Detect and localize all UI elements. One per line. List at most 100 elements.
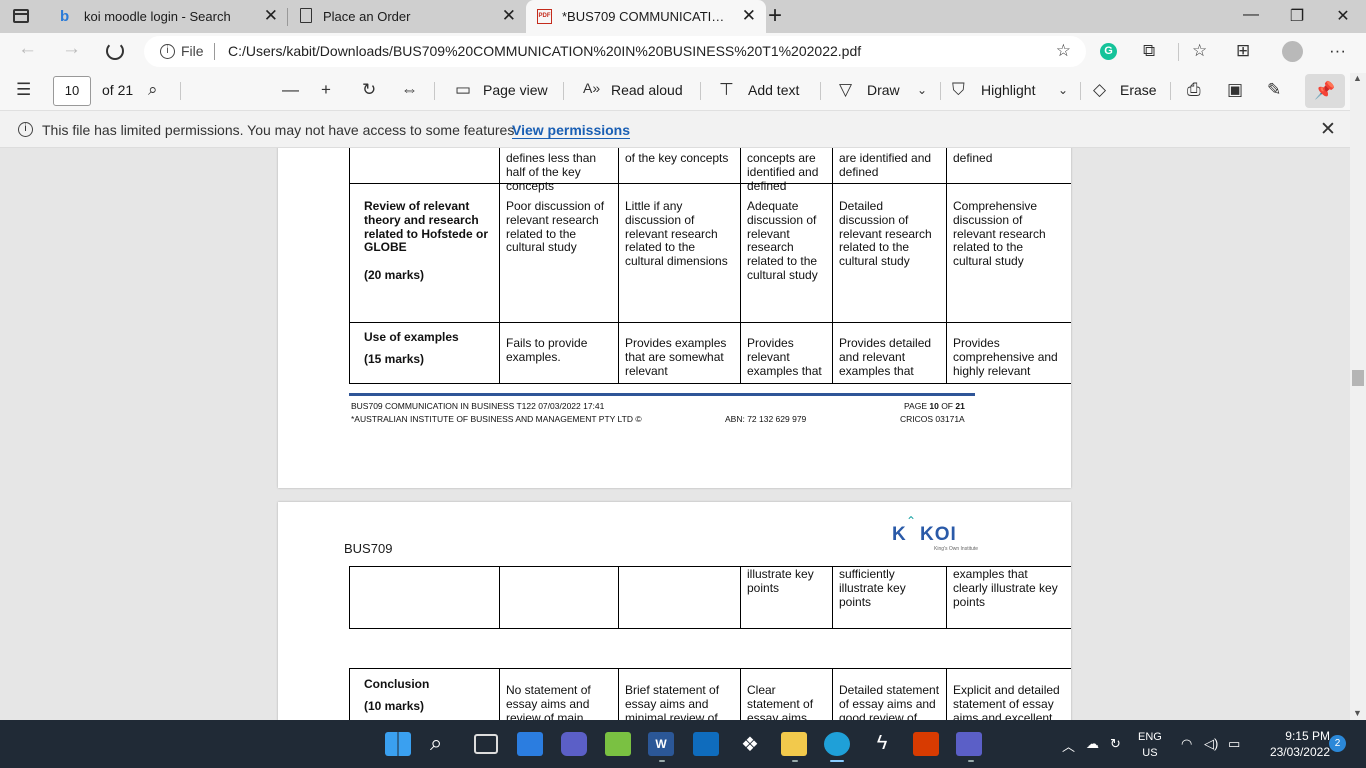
draw-button[interactable]: Draw [867,82,900,98]
volume-icon[interactable]: ◁) [1204,736,1218,752]
save-icon[interactable]: ▣ [1227,80,1243,100]
table-cell [499,567,618,628]
close-window-icon[interactable]: ✕ [1328,6,1358,26]
table-cell: Poor discussion of relevant research rel… [499,184,618,322]
url-text[interactable]: C:/Users/kabit/Downloads/BUS709%20COMMUN… [228,43,861,59]
more-icon[interactable]: ··· [1329,41,1346,61]
print-icon[interactable]: ⎙ [1187,80,1201,100]
erase-icon[interactable]: ◇ [1093,80,1106,100]
scroll-up-icon[interactable]: ▲ [1353,73,1362,83]
logo-k: K [892,524,906,545]
contents-icon[interactable]: ☰ [16,80,31,100]
table-row: Use of examples (15 marks) Fails to prov… [349,323,1071,384]
view-permissions-link[interactable]: View permissions [512,122,631,139]
mail-icon[interactable] [693,732,719,756]
table-cell: are identified and defined [832,148,946,183]
battery-icon[interactable]: ▭ [1228,736,1240,752]
add-text-button[interactable]: Add text [748,82,799,98]
clock[interactable]: 9:15 PM 23/03/2022 [1250,728,1330,760]
office-icon[interactable] [913,732,939,756]
footer-abn: ABN: 72 132 629 979 [725,414,807,424]
new-tab-icon[interactable]: + [768,3,782,29]
address-bar[interactable]: i File C:/Users/kabit/Downloads/BUS709%2… [144,36,1086,67]
erase-button[interactable]: Erase [1120,82,1157,98]
minimize-icon[interactable]: — [1236,6,1266,24]
tab-place-order[interactable]: Place an Order ✕ [288,0,526,33]
region-code: US [1142,747,1158,759]
app-icon[interactable]: ϟ [869,732,895,756]
close-infobar-icon[interactable]: ✕ [1320,118,1336,141]
tab-search[interactable]: b koi moodle login - Search ✕ [48,0,288,33]
footer-course: BUS709 COMMUNICATION IN BUSINESS T122 07… [351,401,605,411]
add-favorite-icon[interactable]: ☆ [1056,41,1071,61]
search-icon[interactable]: ⌕ [430,730,442,756]
chevron-up-icon[interactable]: ︿ [1062,736,1075,755]
save-as-icon[interactable]: ✎ [1267,80,1281,100]
close-tab-icon[interactable]: ✕ [502,7,516,25]
pin-toolbar-icon[interactable]: 📌 [1305,74,1345,108]
forward-icon[interactable]: → [62,38,81,60]
teams-chat-icon[interactable] [561,732,587,756]
table-cell: Comprehensive discussion of relevant res… [946,184,1071,322]
start-icon[interactable] [385,732,411,756]
refresh-icon[interactable] [106,42,124,60]
criteria-cell [349,148,499,183]
collections-icon[interactable]: ⊞ [1236,41,1250,61]
pdf-page: defines less than half of the key concep… [278,148,1071,488]
vertical-scrollbar[interactable]: ▲ ▼ [1350,73,1366,720]
workspaces-icon[interactable] [13,9,29,23]
zoom-out-icon[interactable]: — [282,80,299,100]
table-row: Review of relevant theory and research r… [349,184,1071,323]
language-indicator[interactable]: ENG US [1138,729,1162,761]
widgets-icon[interactable] [517,732,543,756]
close-tab-icon[interactable]: ✕ [264,7,278,25]
running-indicator [792,760,798,762]
highlight-icon[interactable]: ⛉ [952,80,965,100]
pdf-viewer[interactable]: defines less than half of the key concep… [0,148,1350,720]
profile-avatar[interactable] [1282,41,1303,62]
logo-text: KOI [920,524,957,545]
file-explorer-icon[interactable] [781,732,807,756]
notification-badge[interactable]: 2 [1329,735,1346,752]
add-text-icon[interactable]: ⊤ [719,80,734,100]
edge-icon[interactable] [824,732,850,756]
scrollbar-thumb[interactable] [1352,370,1364,386]
tab-pdf[interactable]: PDF *BUS709 COMMUNICATION IN B ✕ [526,0,766,33]
zoom-in-icon[interactable]: + [321,80,331,100]
dropbox-icon[interactable]: ❖ [737,732,763,756]
wifi-icon[interactable]: ◠ [1181,736,1192,752]
divider [1170,82,1171,100]
back-icon[interactable]: ← [18,38,37,60]
read-aloud-icon[interactable]: A» [583,80,600,96]
chevron-down-icon[interactable]: ⌄ [1058,83,1068,97]
read-aloud-button[interactable]: Read aloud [611,82,683,98]
page-number-input[interactable]: 10 [53,76,91,106]
criteria-cell: Conclusion (10 marks) [349,669,499,720]
rotate-icon[interactable]: ↻ [362,80,376,100]
rubric-table: illustrate key points sufficiently illus… [349,566,1071,629]
pdf-icon: PDF [537,9,552,24]
sync-icon[interactable]: ↻ [1110,736,1121,752]
favorites-icon[interactable]: ☆ [1192,41,1207,61]
criteria-label: Use of examples [364,330,459,344]
page-view-icon[interactable]: ▭ [455,80,471,100]
word-icon[interactable]: W [648,732,674,756]
page-view-button[interactable]: Page view [483,82,548,98]
grammarly-icon[interactable]: G [1100,43,1117,60]
info-icon[interactable]: i [160,44,175,59]
fit-page-icon[interactable]: ⇔ [401,80,418,100]
chevron-down-icon[interactable]: ⌄ [917,83,927,97]
store-icon[interactable] [605,732,631,756]
restore-icon[interactable]: ❐ [1282,6,1312,26]
weather-icon[interactable]: ☁ [1086,736,1099,752]
infobar-message: This file has limited permissions. You m… [42,122,519,138]
extensions-icon[interactable]: ⧉ [1143,41,1155,61]
scroll-down-icon[interactable]: ▼ [1353,708,1362,718]
teams-icon[interactable] [956,732,982,756]
table-cell: sufficiently illustrate key points [832,567,946,628]
task-view-icon[interactable] [474,734,498,754]
close-tab-icon[interactable]: ✕ [742,7,756,25]
draw-icon[interactable]: ▽ [839,80,852,100]
search-icon[interactable]: ⌕ [148,80,158,100]
highlight-button[interactable]: Highlight [981,82,1035,98]
